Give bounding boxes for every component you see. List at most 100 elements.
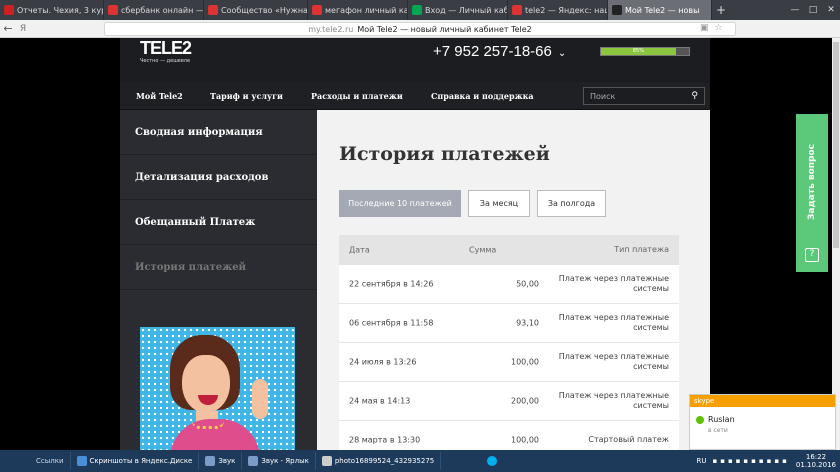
taskbar-item[interactable]: Звук - Ярлык (242, 452, 316, 470)
tray-icons[interactable]: ▪▪▪▪▪▪▪▪▪▪ (712, 457, 789, 465)
taskbar-skype[interactable] (481, 452, 503, 470)
windows-taskbar: Ссылки Скриншоты в Яндекс.Диске Звук Звук … (0, 450, 840, 472)
minimize-button[interactable]: — (786, 0, 804, 20)
browser-tab[interactable]: Сообщество «Нужна (204, 0, 308, 20)
sidebar: Сводная информация Детализация расходов … (120, 110, 317, 450)
app-icon (205, 456, 216, 466)
sidebar-item-promised-payment[interactable]: Обещанный Платеж (120, 200, 317, 245)
url-page-title: Мой Tele2 — новый личный кабинет Tele2 (357, 24, 532, 34)
search-input[interactable] (590, 91, 680, 101)
header-date: Дата (349, 245, 370, 255)
filter-last-10-button[interactable]: Последние 10 платежей (339, 190, 461, 217)
star-icon[interactable]: ☆ (715, 23, 723, 33)
payment-sum: 93,10 (516, 318, 539, 328)
table-row: 06 сентября в 11:58 93,10 Платеж через пла… (339, 304, 679, 343)
header-type: Тип платежа (614, 245, 669, 254)
tele2-logo[interactable]: TELE2 Честно — дешевле (140, 38, 192, 64)
logo-name: TELE2 (140, 38, 192, 58)
question-icon: ? (805, 248, 819, 262)
url-host: my.tele2.ru (308, 24, 354, 34)
browser-tab-label: сбербанк онлайн — Я (121, 5, 204, 15)
page-scrollbar[interactable] (832, 38, 840, 450)
nav-expenses[interactable]: Расходы и платежи (295, 91, 415, 101)
sidebar-item-summary[interactable]: Сводная информация (120, 110, 317, 155)
skype-title: skype (690, 395, 835, 407)
browser-tab[interactable]: Мой Tele2 — новы (608, 0, 712, 20)
payment-sum: 200,00 (511, 396, 539, 406)
table-row: 24 мая в 14:13 200,00 Платеж через платежн… (339, 382, 679, 421)
maximize-button[interactable]: □ (804, 0, 822, 20)
payment-date: 28 марта в 13:30 (349, 435, 421, 445)
browser-tab[interactable]: Отчеты. Чехия, 3 курс (0, 0, 104, 20)
payment-date: 24 июля в 13:26 (349, 357, 417, 367)
browser-tab-bar: Отчеты. Чехия, 3 курс сбербанк онлайн — Я… (0, 0, 840, 20)
main-nav: Мой Tele2 Тариф и услуги Расходы и плате… (120, 82, 710, 110)
scrollbar-thumb[interactable] (833, 42, 839, 248)
taskbar-item[interactable]: photo16899524_432935275 (316, 452, 442, 470)
skype-icon (487, 456, 498, 466)
nav-help[interactable]: Справка и поддержка (415, 91, 550, 101)
yandex-icon (108, 5, 118, 15)
browser-tab[interactable]: сбербанк онлайн — Я (104, 0, 204, 20)
taskbar-links-label: Ссылки (36, 457, 64, 465)
table-row: 24 июля в 13:26 100,00 Платеж через платеж… (339, 343, 679, 382)
nav-my-tele2[interactable]: Мой Tele2 (120, 91, 194, 101)
payment-type: Платеж через платежные системы (558, 352, 669, 371)
yandex-icon (208, 5, 218, 15)
address-icons: ▣ ☆ (700, 23, 723, 33)
nav-tariff[interactable]: Тариф и услуги (194, 91, 295, 101)
ask-question-button[interactable]: Задать вопрос ? (796, 114, 828, 272)
browser-tab[interactable]: мегафон личный кабі (308, 0, 408, 20)
browser-tab-label: Мой Tele2 — новы (625, 5, 700, 15)
balance-indicator: 85% (600, 44, 710, 62)
opera-icon (4, 5, 14, 15)
search-icon[interactable]: ⚲ (691, 91, 698, 101)
clock[interactable]: 16:22 01.10.2016 (796, 453, 836, 469)
main-content: История платежей Последние 10 платежей З… (317, 110, 710, 450)
online-status-icon (696, 415, 704, 424)
skype-contact-name: Ruslan (708, 415, 735, 424)
back-arrow-icon[interactable]: ← (0, 22, 16, 35)
balance-bar-fill: 85% (601, 48, 676, 55)
skype-notification[interactable]: skype Ruslan в сети (689, 394, 836, 450)
url-field[interactable]: my.tele2.ru Мой Tele2 — новый личный каб… (104, 22, 736, 36)
page-title: История платежей (339, 143, 550, 165)
filter-month-button[interactable]: За месяц (468, 190, 530, 217)
web-page: TELE2 Честно — дешевле +7 952 257-18-66 ⌄… (0, 38, 840, 450)
app-icon (76, 456, 87, 466)
browser-tab[interactable]: tele2 — Яндекс: наш (508, 0, 608, 20)
close-button[interactable]: ✕ (822, 0, 840, 20)
browser-tab[interactable]: Вход — Личный кабі (408, 0, 508, 20)
browser-tab-label: мегафон личный кабі (325, 5, 408, 15)
payment-date: 06 сентября в 11:58 (349, 318, 434, 328)
taskbar-links[interactable]: Ссылки (0, 452, 71, 470)
language-indicator[interactable]: RU (696, 457, 706, 465)
payment-date: 22 сентября в 14:26 (349, 279, 434, 289)
taskbar-item-label: photo16899524_432935275 (334, 457, 435, 465)
search-box: ⚲ (583, 87, 705, 105)
yandex-button[interactable]: Я (16, 24, 30, 34)
address-bar: ← Я my.tele2.ru Мой Tele2 — новый личный… (0, 20, 840, 38)
lock-icon[interactable]: ▣ (700, 23, 709, 33)
browser-tab-label: Сообщество «Нужна (221, 5, 308, 15)
taskbar-item-label: Скриншоты в Яндекс.Диске (89, 457, 193, 465)
phone-number[interactable]: +7 952 257-18-66 ⌄ (433, 43, 566, 60)
chevron-down-icon: ⌄ (557, 48, 567, 59)
payment-date: 24 мая в 14:13 (349, 396, 411, 406)
site-header: TELE2 Честно — дешевле +7 952 257-18-66 ⌄… (120, 38, 710, 82)
new-tab-button[interactable]: + (712, 0, 730, 20)
payment-type: Платеж через платежные системы (558, 313, 669, 332)
megafon-icon (412, 5, 422, 15)
yandex-icon (312, 5, 322, 15)
sidebar-item-details[interactable]: Детализация расходов (120, 155, 317, 200)
browser-tab-label: tele2 — Яндекс: наш (525, 5, 608, 15)
taskbar-item[interactable]: Скриншоты в Яндекс.Диске (71, 452, 200, 470)
header-sum: Сумма (469, 245, 497, 255)
filter-half-year-button[interactable]: За полгода (537, 190, 606, 217)
taskbar-item[interactable]: Звук (199, 452, 243, 470)
clock-time: 16:22 (805, 453, 827, 461)
payments-table: Дата Сумма Тип платежа 22 сентября в 14:… (339, 235, 679, 450)
sidebar-item-payment-history[interactable]: История платежей (120, 245, 317, 290)
promo-illustration[interactable] (140, 327, 295, 450)
logo-slogan: Честно — дешевле (140, 58, 191, 64)
